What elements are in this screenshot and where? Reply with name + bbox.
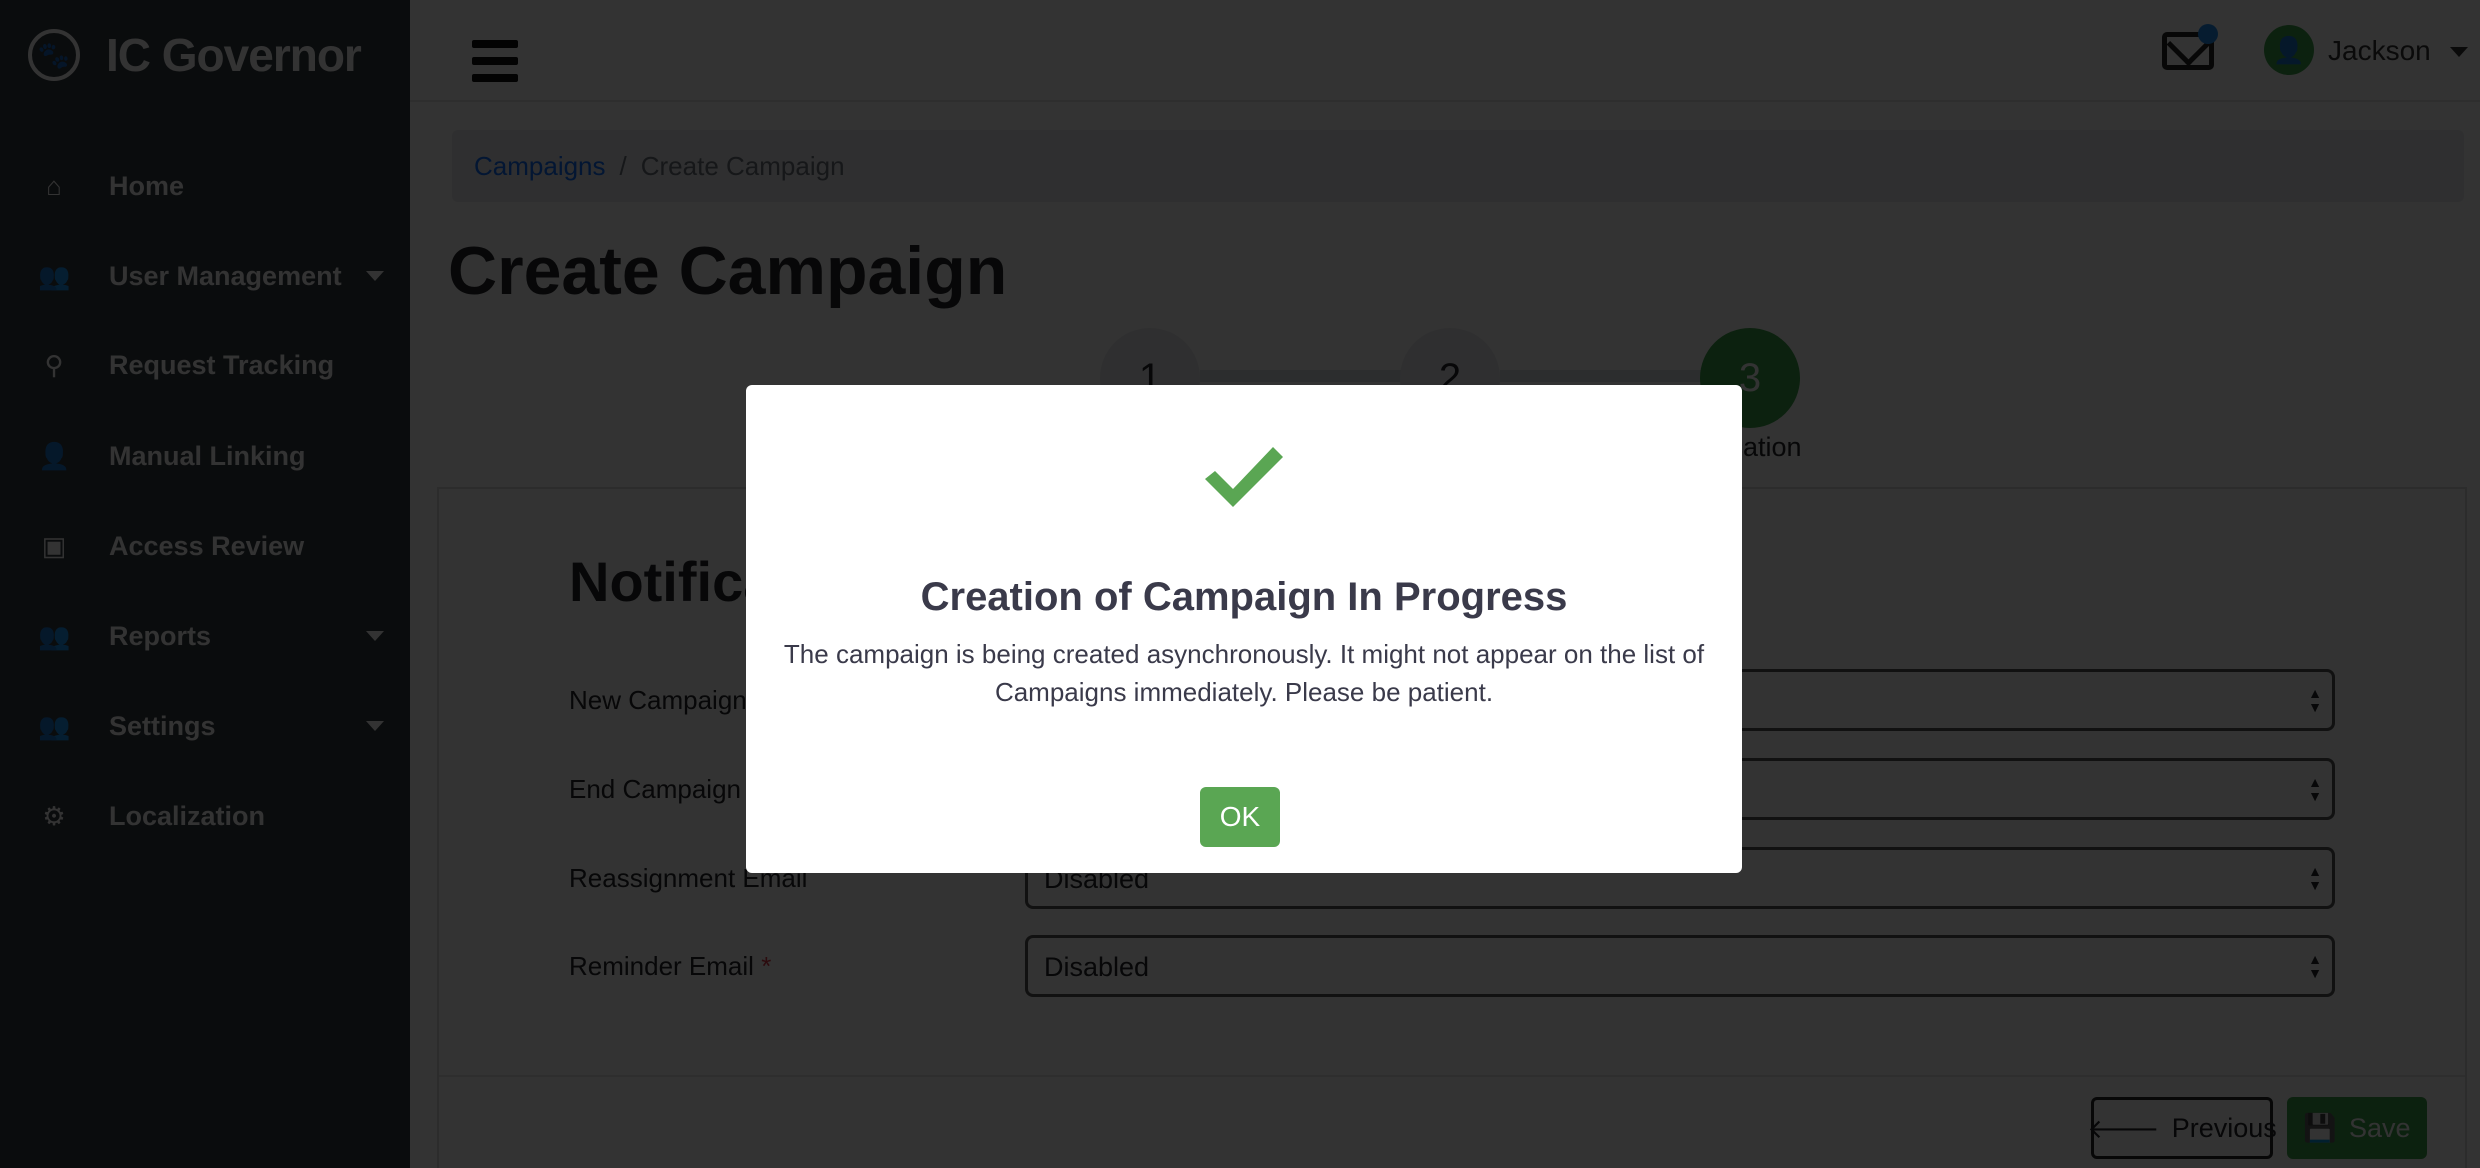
breadcrumb: Campaigns / Create Campaign (452, 130, 2464, 202)
sidebar: 🐾 IC Governor ⌂ Home 👥 User Management ⚲ Requ… (0, 0, 410, 1168)
required-marker: * (761, 951, 772, 981)
avatar[interactable]: 👤 (2264, 25, 2314, 75)
checkmark-icon (1205, 447, 1283, 507)
select-arrows-icon: ▲ ▼ (2308, 863, 2322, 893)
sidebar-item-label: User Management (109, 260, 342, 291)
modal-message: The campaign is being created asynchrono… (783, 639, 1705, 707)
select-arrows-icon: ▲ ▼ (2308, 951, 2322, 981)
card-footer-divider (439, 1075, 2465, 1077)
top-bar: 👤 Jackson (410, 0, 2480, 102)
sidebar-item-label: Request Tracking (109, 349, 335, 380)
sidebar-item-user-management[interactable]: 👥 User Management (0, 246, 410, 306)
select-arrows-icon: ▲ ▼ (2308, 685, 2322, 715)
previous-label: Previous (2171, 1112, 2277, 1143)
field-label-text: Reminder Email (569, 951, 754, 981)
modal-title: Creation of Campaign In Progress (920, 575, 1568, 619)
chevron-down-icon[interactable] (2450, 47, 2468, 57)
user-icon: 👤 (38, 440, 71, 471)
sidebar-item-manual-linking[interactable]: 👤 Manual Linking (0, 426, 410, 486)
breadcrumb-campaigns-link[interactable]: Campaigns (474, 151, 606, 182)
paw-icon: 🐾 (28, 29, 80, 81)
app-title: IC Governor (106, 29, 362, 81)
caret-down-icon (366, 721, 384, 731)
floppy-disk-icon: 💾 (2303, 1113, 2338, 1143)
users-icon: 👥 (38, 710, 71, 741)
sidebar-item-access-review[interactable]: ▣ Access Review (0, 516, 410, 576)
notification-dot (2198, 24, 2218, 44)
home-icon: ⌂ (46, 170, 62, 201)
sidebar-item-reports[interactable]: 👥 Reports (0, 606, 410, 666)
arrow-left-icon: 🡐 (2087, 1113, 2160, 1144)
reminder-email-select[interactable]: Disabled ▲ ▼ (1025, 935, 2335, 997)
users-icon: 👥 (38, 620, 71, 651)
hamburger-menu-icon[interactable] (472, 40, 518, 82)
sidebar-item-label: Reports (109, 620, 212, 651)
success-modal: Creation of Campaign In Progress The cam… (746, 385, 1742, 873)
breadcrumb-separator: / (619, 150, 627, 181)
users-icon: 👥 (38, 260, 71, 291)
save-button[interactable]: 💾 Save (2287, 1097, 2427, 1159)
breadcrumb-current: Create Campaign (640, 150, 845, 181)
ok-button[interactable]: OK (1200, 787, 1280, 847)
select-value: Disabled (1044, 952, 1150, 982)
sidebar-item-localization[interactable]: ⚙ Localization (0, 786, 410, 846)
caret-down-icon (366, 271, 384, 281)
search-icon: ⚲ (44, 349, 64, 380)
field-reminder-email: Reminder Email * Disabled ▲ ▼ (569, 935, 2449, 997)
sidebar-item-home[interactable]: ⌂ Home (0, 156, 410, 216)
page-title: Create Campaign (448, 233, 1008, 309)
gear-icon: ⚙ (42, 800, 66, 831)
field-label: Reminder Email * (569, 951, 771, 982)
sidebar-item-request-tracking[interactable]: ⚲ Request Tracking (0, 335, 410, 395)
previous-button[interactable]: 🡐 Previous (2087, 1097, 2277, 1159)
save-label: Save (2349, 1112, 2411, 1143)
app-logo[interactable]: 🐾 IC Governor (28, 28, 362, 82)
caret-down-icon (366, 631, 384, 641)
sidebar-item-label: Home (109, 170, 185, 201)
sidebar-item-label: Localization (109, 800, 266, 831)
sidebar-item-label: Settings (109, 710, 216, 741)
sidebar-item-settings[interactable]: 👥 Settings (0, 696, 410, 756)
sidebar-item-label: Access Review (109, 530, 305, 561)
badge-icon: ▣ (41, 530, 67, 561)
user-menu[interactable]: Jackson (2328, 35, 2431, 67)
select-arrows-icon: ▲ ▼ (2308, 774, 2322, 804)
sidebar-item-label: Manual Linking (109, 440, 306, 471)
